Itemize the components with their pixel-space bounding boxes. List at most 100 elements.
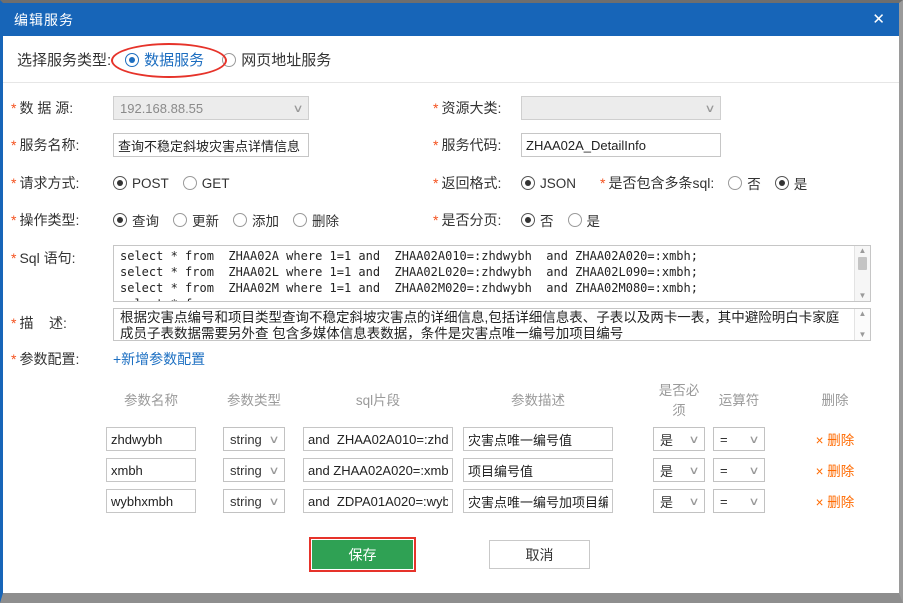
chevron-down-icon: ∨	[748, 433, 759, 446]
service-code-input[interactable]	[521, 133, 721, 157]
multi-sql-label: *是否包含多条sql:	[600, 173, 714, 193]
param-name-input[interactable]	[106, 489, 196, 513]
col-header-desc: 参数描述	[463, 389, 613, 409]
radio-json-label[interactable]: JSON	[540, 176, 576, 191]
param-required-select[interactable]: 是∨	[653, 427, 705, 451]
service-name-input[interactable]	[113, 133, 309, 157]
sql-textarea[interactable]: select * from ZHAA02A where 1=1 and ZHAA…	[113, 245, 871, 302]
radio-multisql-no[interactable]	[728, 176, 742, 190]
chevron-down-icon: ∨	[688, 433, 699, 446]
row-sql: *Sql 语句: select * from ZHAA02A where 1=1…	[3, 245, 899, 302]
param-sql-input[interactable]	[303, 427, 453, 451]
param-desc-input[interactable]	[463, 489, 613, 513]
radio-add-label[interactable]: 添加	[252, 210, 279, 230]
param-desc-input[interactable]	[463, 458, 613, 482]
pagination-label: *是否分页:	[433, 210, 521, 230]
sql-label: *Sql 语句:	[11, 248, 113, 268]
radio-data-service-label[interactable]: 数据服务	[144, 49, 204, 70]
radio-post[interactable]	[113, 176, 127, 190]
radio-update[interactable]	[173, 213, 187, 227]
params-table: 参数名称 参数类型 sql片段 参数描述 是否必须 运算符 删除 string∨…	[106, 379, 899, 513]
add-param-link[interactable]: +新增参数配置	[113, 349, 205, 369]
radio-multisql-yes[interactable]	[775, 176, 789, 190]
description-label: *描 述:	[11, 313, 113, 333]
radio-get-label[interactable]: GET	[202, 176, 230, 191]
description-textarea[interactable]: 根据灾害点编号和项目类型查询不稳定斜坡灾害点的详细信息,包括详细信息表、子表以及…	[113, 308, 871, 341]
radio-paging-yes[interactable]	[568, 213, 582, 227]
data-source-value: 192.168.88.55	[120, 101, 203, 116]
scroll-down-icon[interactable]: ▼	[859, 331, 867, 339]
return-format-label: *返回格式:	[433, 173, 521, 193]
scroll-up-icon[interactable]: ▲	[859, 310, 867, 318]
chevron-down-icon: ∨	[268, 495, 279, 508]
radio-webpage-service-label[interactable]: 网页地址服务	[241, 49, 331, 70]
form-content: *数 据 源: 192.168.88.55 ∨ *资源大类: ∨ *服务名称:	[3, 83, 899, 540]
service-code-label: *服务代码:	[433, 135, 521, 155]
dialog-title: 编辑服务	[14, 10, 74, 30]
col-header-delete: 删除	[800, 389, 870, 409]
param-delete-button[interactable]: × 删除	[800, 460, 870, 480]
radio-json[interactable]	[521, 176, 535, 190]
col-header-required: 是否必须	[653, 379, 705, 419]
chevron-down-icon: ∨	[704, 102, 715, 115]
param-required-select[interactable]: 是∨	[653, 489, 705, 513]
dialog-titlebar: 编辑服务 ✕	[0, 3, 899, 36]
description-text: 根据灾害点编号和项目类型查询不稳定斜坡灾害点的详细信息,包括详细信息表、子表以及…	[114, 309, 854, 340]
chevron-down-icon: ∨	[688, 464, 699, 477]
radio-add[interactable]	[233, 213, 247, 227]
param-sql-input[interactable]	[303, 458, 453, 482]
param-delete-button[interactable]: × 删除	[800, 429, 870, 449]
radio-query-label[interactable]: 查询	[132, 210, 159, 230]
param-row: string∨ 是∨ =∨ × 删除	[106, 489, 899, 513]
param-sql-input[interactable]	[303, 489, 453, 513]
param-operator-select[interactable]: =∨	[713, 489, 765, 513]
col-header-name: 参数名称	[106, 389, 196, 409]
param-operator-select[interactable]: =∨	[713, 427, 765, 451]
resource-category-label: *资源大类:	[433, 98, 521, 118]
params-config-label: *参数配置:	[11, 349, 113, 369]
scroll-up-icon[interactable]: ▲	[859, 247, 867, 255]
param-name-input[interactable]	[106, 427, 196, 451]
param-type-select[interactable]: string∨	[223, 489, 285, 513]
param-delete-button[interactable]: × 删除	[800, 491, 870, 511]
radio-paging-no[interactable]	[521, 213, 535, 227]
radio-get[interactable]	[183, 176, 197, 190]
chevron-down-icon: ∨	[268, 433, 279, 446]
cancel-button[interactable]: 取消	[489, 540, 590, 569]
radio-delete[interactable]	[293, 213, 307, 227]
data-source-select[interactable]: 192.168.88.55 ∨	[113, 96, 309, 120]
radio-query[interactable]	[113, 213, 127, 227]
row-operationtype: *操作类型: 查询 更新 添加 删除 *是否分页: 否 是	[3, 210, 899, 230]
param-type-select[interactable]: string∨	[223, 458, 285, 482]
param-type-select[interactable]: string∨	[223, 427, 285, 451]
resource-category-select[interactable]: ∨	[521, 96, 721, 120]
radio-post-label[interactable]: POST	[132, 176, 169, 191]
scroll-down-icon[interactable]: ▼	[859, 292, 867, 300]
param-row: string∨ 是∨ =∨ × 删除	[106, 458, 899, 482]
param-operator-select[interactable]: =∨	[713, 458, 765, 482]
description-scrollbar[interactable]: ▲ ▼	[854, 309, 870, 340]
scroll-thumb[interactable]	[858, 257, 867, 270]
param-name-input[interactable]	[106, 458, 196, 482]
close-icon[interactable]: ✕	[872, 12, 885, 27]
radio-multisql-yes-label[interactable]: 是	[794, 173, 808, 193]
radio-webpage-service[interactable]	[222, 53, 236, 67]
save-button[interactable]: 保存	[312, 540, 413, 569]
param-desc-input[interactable]	[463, 427, 613, 451]
service-type-label: 选择服务类型:	[17, 49, 111, 70]
radio-paging-no-label[interactable]: 否	[540, 210, 554, 230]
radio-multisql-no-label[interactable]: 否	[747, 173, 761, 193]
radio-delete-label[interactable]: 删除	[312, 210, 339, 230]
col-header-type: 参数类型	[223, 389, 285, 409]
row-paramsconfig: *参数配置: +新增参数配置	[3, 349, 899, 369]
sql-scrollbar[interactable]: ▲ ▼	[854, 246, 870, 301]
radio-paging-yes-label[interactable]: 是	[587, 210, 601, 230]
request-method-label: *请求方式:	[11, 173, 113, 193]
param-required-select[interactable]: 是∨	[653, 458, 705, 482]
col-header-sql: sql片段	[303, 389, 453, 409]
service-type-row: 选择服务类型: 数据服务 网页地址服务	[3, 36, 899, 83]
radio-data-service[interactable]	[125, 53, 139, 67]
chevron-down-icon: ∨	[748, 464, 759, 477]
radio-update-label[interactable]: 更新	[192, 210, 219, 230]
data-source-label: *数 据 源:	[11, 98, 113, 118]
